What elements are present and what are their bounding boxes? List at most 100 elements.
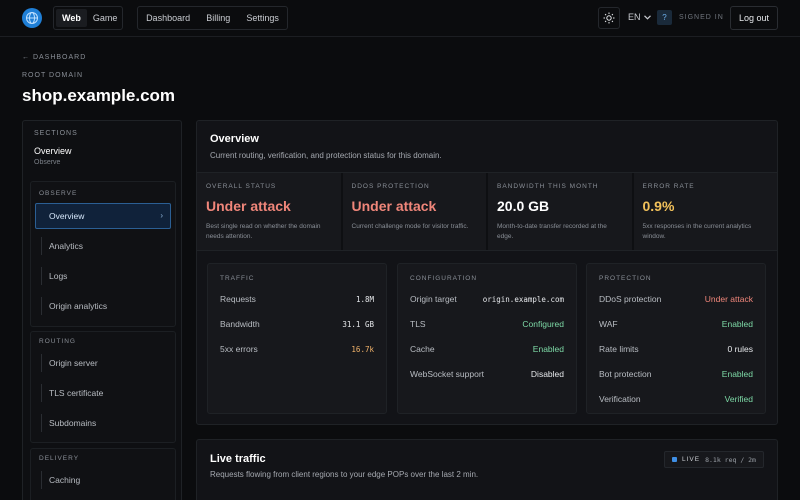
top-bar: Web Game Dashboard Billing Settings EN ?… [0,0,800,37]
sidebar-group-routing: ROUTING Origin server TLS certificate Su… [30,331,176,443]
configuration-card: CONFIGURATION Origin target origin.examp… [397,263,577,414]
stat-description: Best single read on whether the domain n… [206,223,321,240]
protection-row-bot-protection: Bot protection Enabled [599,369,753,381]
sidebar-group-delivery: DELIVERY Caching [30,448,176,500]
stat-label: BANDWIDTH THIS MONTH [497,183,599,190]
language-select[interactable]: EN [628,12,651,22]
live-badge: LIVE 8.1k req / 2m [664,451,764,468]
sidebar-item-logs[interactable]: Logs [35,263,171,289]
stat-ddos-protection: DDOS PROTECTION Under attack Current cha… [342,173,488,250]
row-value: Enabled [721,369,753,379]
stat-value: Under attack [206,198,291,214]
sidebar-item-origin-server[interactable]: Origin server [35,350,171,376]
mode-game-tab[interactable]: Game [87,9,124,27]
row-value: Configured [522,319,564,329]
sidebar-item-label: Overview [49,211,85,221]
sidebar-item-analytics[interactable]: Analytics [35,233,171,259]
chevron-down-icon [643,14,651,20]
stat-label: DDOS PROTECTION [351,183,430,190]
sidebar-group-observe: OBSERVE Overview › Analytics Logs Origin… [30,181,176,327]
row-key: Requests [220,294,256,304]
config-row-cache: Cache Enabled [410,344,564,356]
live-traffic-subtitle: Requests flowing from client regions to … [210,470,479,479]
sidebar-group-label: DELIVERY [39,455,80,462]
stat-overall-status: OVERALL STATUS Under attack Best single … [197,173,343,250]
row-value: Enabled [532,344,564,354]
traffic-row-bandwidth: Bandwidth 31.1 GB [220,319,374,331]
sidebar-item-subdomains[interactable]: Subdomains [35,410,171,436]
sidebar-item-label: Origin server [49,358,98,368]
traffic-row-requests: Requests 1.8M [220,294,374,306]
row-value: origin.example.com [482,295,564,304]
status-stats: OVERALL STATUS Under attack Best single … [197,172,777,251]
sidebar-item-origin-analytics[interactable]: Origin analytics [35,293,171,319]
live-traffic-title: Live traffic [210,453,266,465]
row-key: Bot protection [599,369,652,379]
nav-settings[interactable]: Settings [246,13,279,23]
sidebar-item-tls-certificate[interactable]: TLS certificate [35,380,171,406]
row-key: Origin target [410,294,457,304]
logout-button[interactable]: Log out [730,6,778,30]
row-key: 5xx errors [220,344,258,354]
protection-row-rate-limits: Rate limits 0 rules [599,344,753,356]
row-key: Cache [410,344,435,354]
sections-label: SECTIONS [34,130,78,137]
protection-row-waf: WAF Enabled [599,319,753,331]
row-key: TLS [410,319,426,329]
mode-switch: Web Game [53,6,123,30]
stat-label: ERROR RATE [642,183,695,190]
current-section: Overview [34,146,72,156]
overview-subtitle: Current routing, verification, and prote… [210,151,442,160]
protection-row-verification: Verification Verified [599,394,753,406]
sidebar-item-overview[interactable]: Overview › [35,203,171,229]
sidebar: SECTIONS Overview Observe OBSERVE Overvi… [22,120,182,500]
sidebar-item-label: Origin analytics [49,301,108,311]
signed-in-status: SIGNED IN [679,14,724,21]
sidebar-item-caching[interactable]: Caching [35,467,171,493]
config-row-tls: TLS Configured [410,319,564,331]
sidebar-item-label: Analytics [49,241,84,251]
row-key: WebSocket support [410,369,485,379]
stat-description: Current challenge mode for visitor traff… [351,223,469,230]
config-row-websocket: WebSocket support Disabled [410,369,564,381]
row-key: WAF [599,319,618,329]
sun-icon [603,12,615,24]
nav-billing[interactable]: Billing [206,13,230,23]
row-value: 16.7k [351,345,374,354]
traffic-card: TRAFFIC Requests 1.8M Bandwidth 31.1 GB … [207,263,387,414]
sidebar-group-label: OBSERVE [39,190,78,197]
root-domain-label: ROOT DOMAIN [22,72,84,79]
stat-value: 20.0 GB [497,198,550,214]
row-value: Disabled [530,369,564,379]
protection-row-ddos: DDoS protection Under attack [599,294,753,306]
row-key: Verification [599,394,641,404]
page-title: shop.example.com [22,86,176,105]
current-section-group: Observe [34,159,61,166]
live-indicator-icon [672,457,677,462]
row-value: Enabled [721,319,753,329]
chevron-right-icon: › [160,211,163,220]
row-value: 0 rules [727,344,753,354]
card-label: CONFIGURATION [410,275,478,282]
overview-title: Overview [210,133,259,145]
sidebar-item-label: Logs [49,271,68,281]
row-key: DDoS protection [599,294,662,304]
row-key: Rate limits [599,344,639,354]
stat-label: OVERALL STATUS [206,183,277,190]
row-value: 1.8M [355,295,374,304]
mode-web-tab[interactable]: Web [56,9,87,27]
theme-toggle-button[interactable] [598,7,620,29]
card-label: TRAFFIC [220,275,255,282]
help-button[interactable]: ? [657,10,672,25]
row-key: Bandwidth [220,319,260,329]
sidebar-item-label: Caching [49,475,81,485]
card-label: PROTECTION [599,275,652,282]
logo-globe-icon[interactable] [22,8,42,28]
stat-value: 0.9% [642,198,675,214]
main-nav: Dashboard Billing Settings [137,6,288,30]
sidebar-item-label: Subdomains [49,418,97,428]
nav-dashboard[interactable]: Dashboard [146,13,190,23]
back-to-dashboard-link[interactable]: ← DASHBOARD [22,54,86,61]
config-row-origin-target: Origin target origin.example.com [410,294,564,306]
sidebar-group-label: ROUTING [39,338,76,345]
